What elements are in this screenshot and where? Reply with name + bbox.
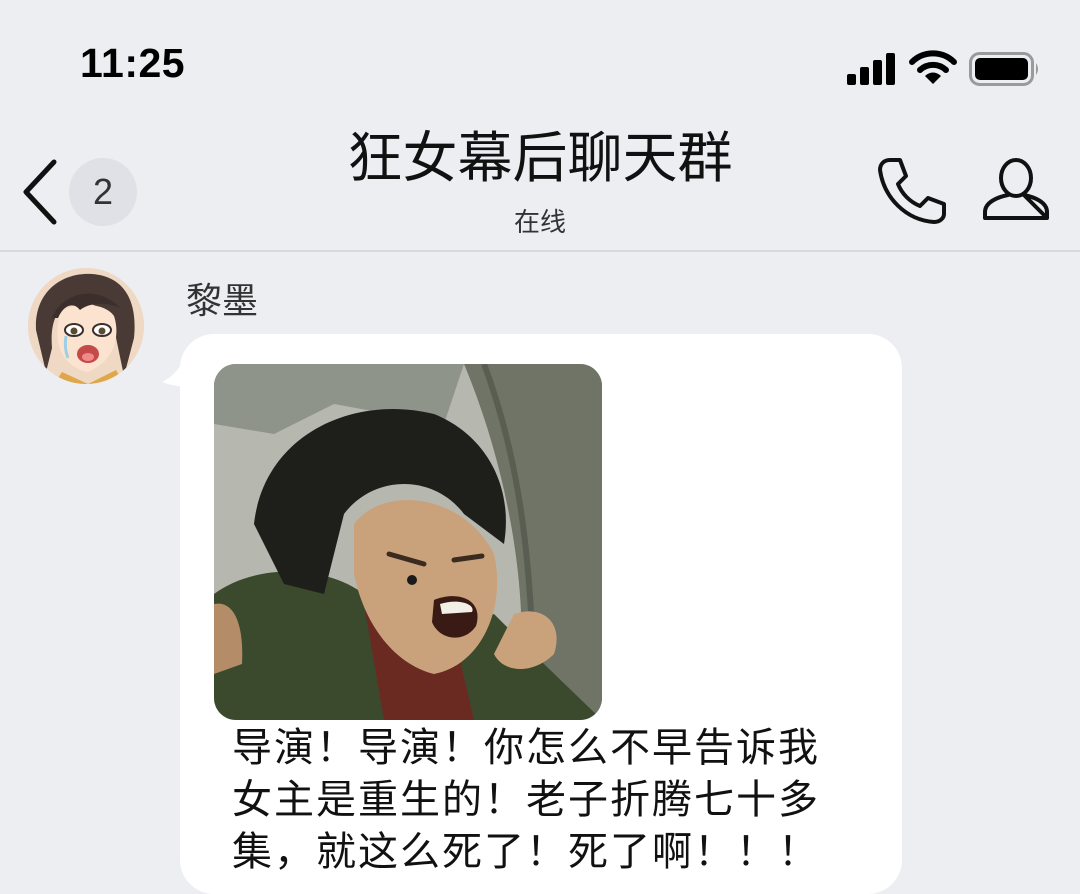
sender-avatar[interactable]	[28, 268, 144, 384]
sticker-picture	[214, 364, 602, 720]
voice-call-button[interactable]	[872, 154, 952, 226]
reaction-sticker-image[interactable]	[214, 364, 602, 720]
chat-title: 狂女幕后聊天群	[347, 126, 733, 190]
status-bar: 11:25	[0, 0, 1080, 110]
cellular-signal-icon	[847, 53, 895, 85]
phone-icon	[878, 158, 946, 224]
status-icons	[845, 48, 1045, 86]
chevron-left-icon	[23, 159, 57, 225]
wifi-icon	[909, 50, 957, 84]
group-profile-button[interactable]	[978, 154, 1054, 226]
unread-count-badge: 2	[69, 158, 137, 226]
online-status: 在线	[513, 208, 566, 238]
person-icon	[983, 158, 1049, 220]
message-text: 导演！导演！你怎么不早告诉我 女主是重生的！老子折腾七十多 集，就这么死了！死了…	[232, 725, 820, 875]
back-button[interactable]: 2	[18, 158, 146, 234]
anime-avatar	[28, 268, 144, 384]
sender-name: 黎墨	[186, 281, 259, 322]
status-time: 11:25	[80, 40, 186, 86]
battery-icon	[969, 52, 1038, 86]
chat-header: 2 狂女幕后聊天群 在线	[0, 110, 1080, 252]
